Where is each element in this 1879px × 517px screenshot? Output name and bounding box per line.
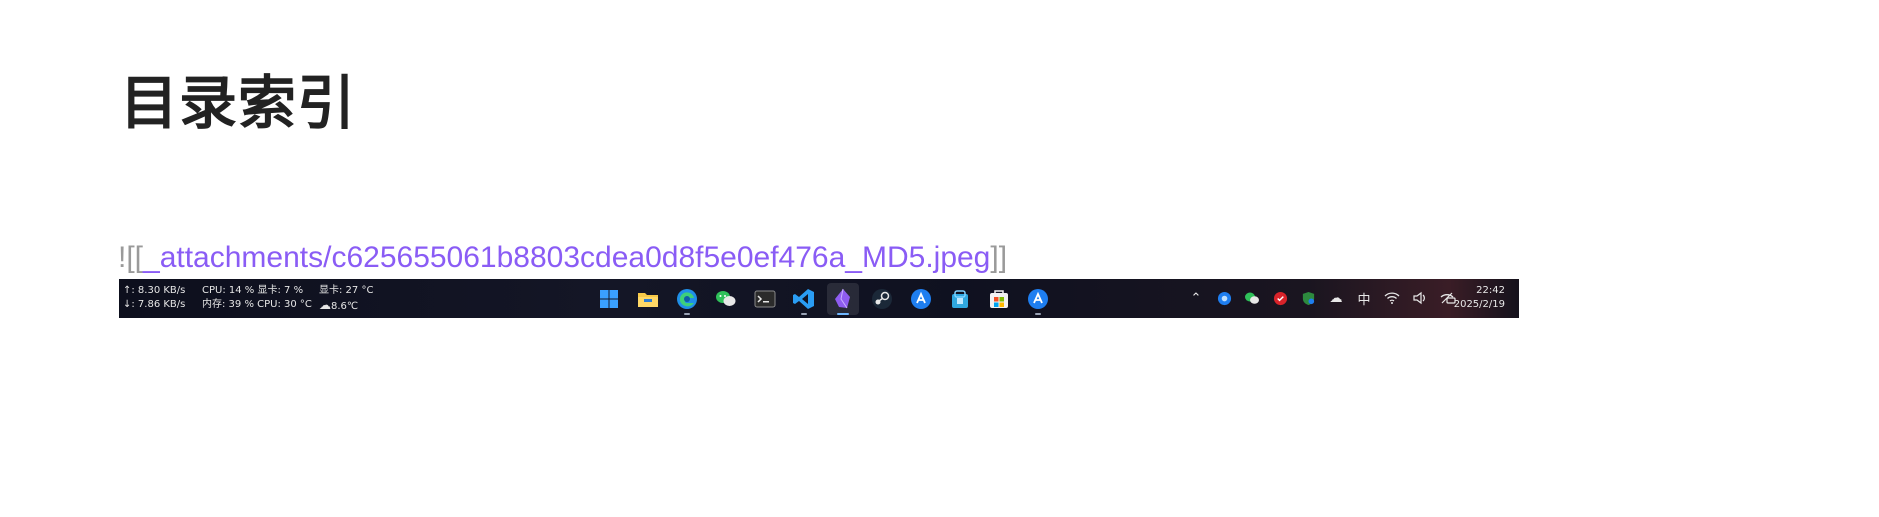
embed-link[interactable]: _attachments/c625655061b8803cdea0d8f5e0e… <box>143 241 990 274</box>
tray-onedrive[interactable]: ☁ <box>1327 289 1345 307</box>
taskbar-start[interactable] <box>593 283 625 315</box>
taskbar-microsoft-store[interactable] <box>983 283 1015 315</box>
wifi-icon <box>1384 292 1400 304</box>
taskbar-vscode[interactable] <box>788 283 820 315</box>
steam-icon <box>872 288 892 309</box>
blue-circle-app-icon <box>1217 291 1231 305</box>
taskbar-blue-app-1[interactable] <box>905 283 937 315</box>
clock-date: 2025/2/19 <box>1453 299 1505 310</box>
terminal-icon <box>754 290 776 307</box>
clock[interactable]: 22:42 2025/2/19 <box>1454 284 1505 312</box>
chevron-up-icon: ⌃ <box>1190 290 1202 306</box>
clock-time: 22:42 <box>1476 285 1505 296</box>
gpu-temperature: 显卡: 27 °C <box>319 285 374 296</box>
net-upload: ↑: 8.30 KB/s <box>123 285 186 296</box>
running-indicator <box>1035 312 1041 315</box>
wechat-icon <box>1245 292 1259 304</box>
tray-security[interactable] <box>1299 289 1317 307</box>
red-shield-icon <box>1273 291 1287 305</box>
store-bag-icon <box>952 289 968 308</box>
taskbar-obsidian[interactable] <box>827 282 859 315</box>
cpu-temperature: CPU: 30 °C <box>257 299 312 310</box>
security-shield-icon <box>1302 291 1314 305</box>
wechat-icon <box>716 290 736 306</box>
taskbar-edge[interactable] <box>671 283 703 315</box>
microsoft-store-icon <box>990 289 1008 308</box>
taskbar-store-bag[interactable] <box>944 283 976 315</box>
taskbar-steam[interactable] <box>866 283 898 315</box>
windows-taskbar: ↑: 8.30 KB/s ↓: 7.86 KB/s CPU: 14 % 显卡: … <box>119 279 1519 318</box>
tray-volume[interactable] <box>1411 289 1429 307</box>
page-title: 目录索引 <box>120 69 357 137</box>
tray-wifi[interactable] <box>1383 289 1401 307</box>
running-indicator <box>684 312 690 315</box>
cloud-icon: ☁ <box>1329 290 1343 306</box>
embed-suffix: ]] <box>990 241 1008 274</box>
windows-logo-icon <box>600 289 618 308</box>
tray-app-1[interactable] <box>1215 289 1233 307</box>
obsidian-icon <box>835 288 850 308</box>
tray-wechat[interactable] <box>1243 289 1261 307</box>
vscode-icon <box>793 288 814 309</box>
running-indicator <box>837 312 849 315</box>
image-embed-line[interactable]: ![[_attachments/c625655061b8803cdea0d8f5… <box>118 238 1007 278</box>
tray-overflow-button[interactable]: ⌃ <box>1187 289 1205 307</box>
running-indicator <box>801 312 807 315</box>
taskbar-apps <box>593 282 1054 315</box>
folder-icon <box>638 292 658 307</box>
blue-circle-app-icon <box>1028 288 1048 309</box>
embed-prefix: ![[ <box>118 241 144 274</box>
tray-antivirus[interactable] <box>1271 289 1289 307</box>
taskbar-blue-app-2[interactable] <box>1022 283 1054 315</box>
taskbar-file-explorer[interactable] <box>632 283 664 315</box>
speaker-icon <box>1413 291 1425 305</box>
cloud-icon: ☁ <box>319 298 331 312</box>
blue-circle-app-icon <box>911 288 931 309</box>
system-tray: ⌃ ☁ 中 <box>1187 287 1457 309</box>
tray-ime[interactable]: 中 <box>1355 289 1373 308</box>
gpu-usage: 显卡: 7 % <box>257 285 304 296</box>
cpu-usage: CPU: 14 % <box>202 285 255 296</box>
memory-usage: 内存: 39 % <box>202 299 254 310</box>
weather-temperature: 8.6℃ <box>331 301 359 312</box>
edge-browser-icon <box>677 288 697 309</box>
taskbar-terminal[interactable] <box>749 283 781 315</box>
net-download: ↓: 7.86 KB/s <box>123 299 186 310</box>
taskbar-wechat[interactable] <box>710 283 742 315</box>
